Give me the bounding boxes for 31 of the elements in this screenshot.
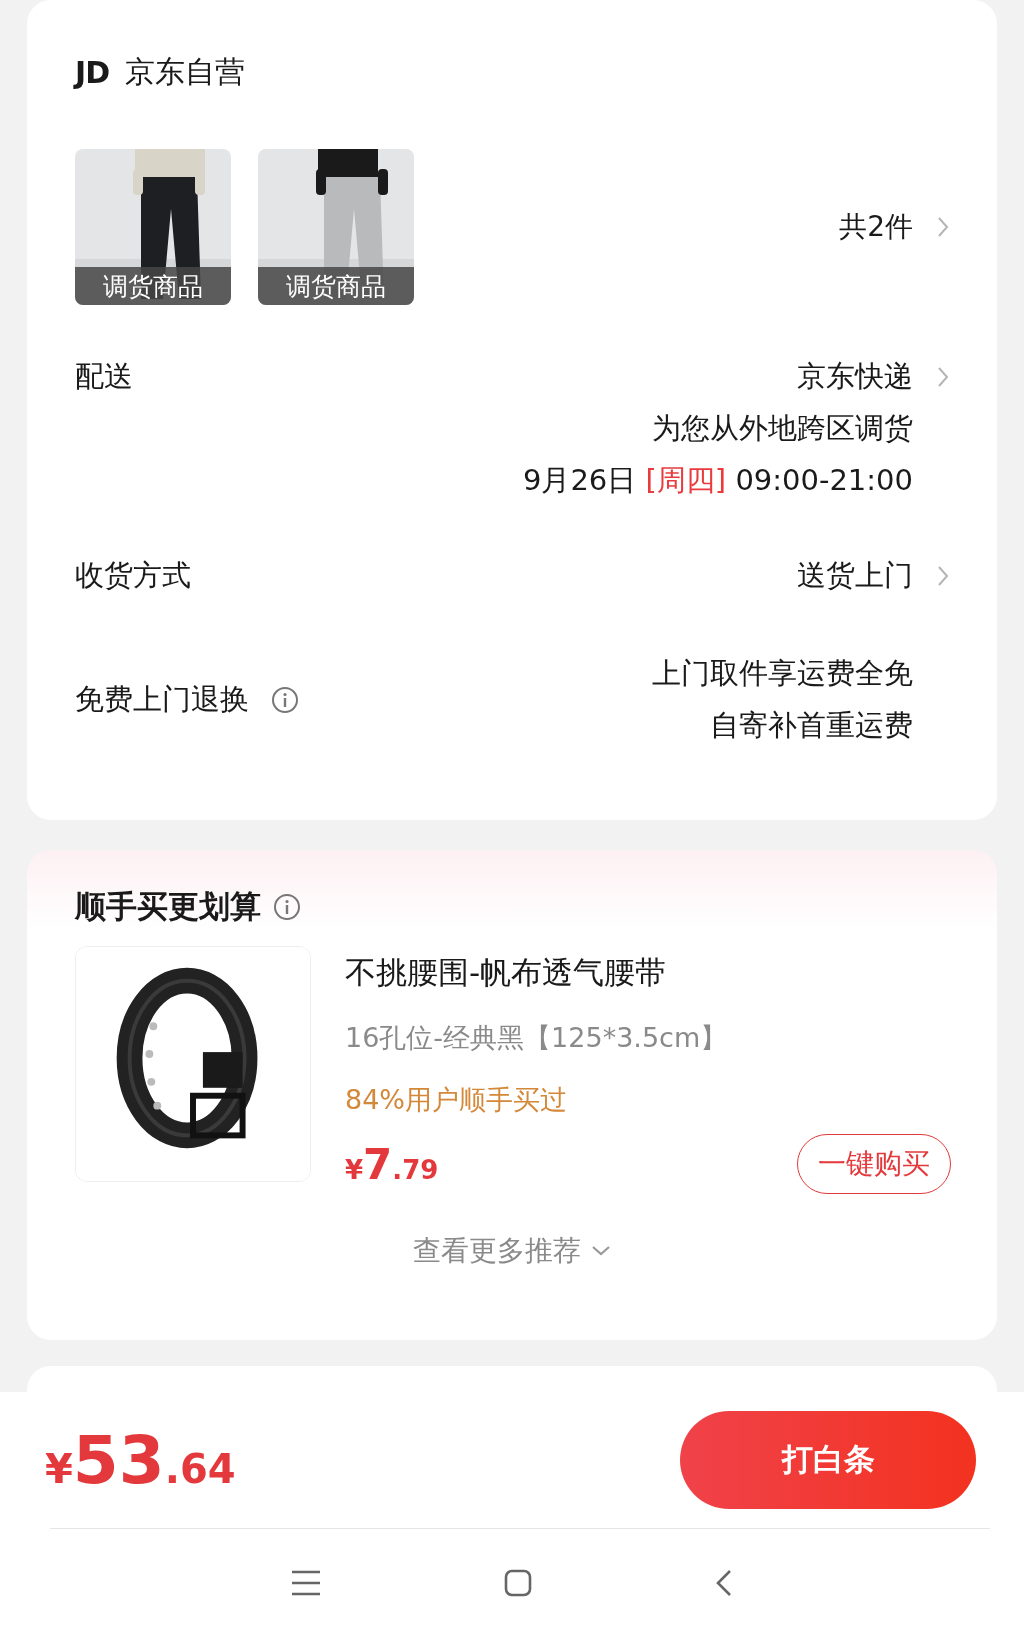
chevron-right-icon: [937, 216, 949, 238]
chevron-right-icon: [937, 366, 949, 388]
product-tag: 调货商品: [258, 267, 414, 305]
chevron-right-icon: [937, 565, 949, 587]
receive-value[interactable]: 送货上门: [797, 556, 913, 596]
product-name: 不挑腰围-帆布透气腰带: [345, 953, 668, 992]
store-logo: JD: [75, 55, 110, 90]
delivery-label: 配送: [75, 358, 133, 395]
carrier-text[interactable]: 京东快递: [797, 357, 913, 397]
delivery-note: 为您从外地跨区调货: [652, 410, 913, 447]
product-price: ¥7.79: [345, 1139, 439, 1189]
home-icon[interactable]: [504, 1569, 532, 1597]
back-icon[interactable]: [714, 1569, 733, 1597]
info-icon[interactable]: [271, 686, 299, 714]
buy-button[interactable]: 一键购买: [797, 1134, 951, 1194]
info-icon[interactable]: [273, 893, 301, 921]
total-price: ¥53.64: [45, 1421, 236, 1499]
receive-label: 收货方式: [75, 557, 191, 594]
purchase-stat: 84%用户顺手买过: [345, 1083, 568, 1117]
product-tag: 调货商品: [75, 267, 231, 305]
returns-label: 免费上门退换: [75, 681, 249, 718]
chevron-down-icon: [591, 1245, 611, 1257]
delivery-time: 9月26日 [周四] 09:00-21:00: [522, 462, 913, 499]
store-name: 京东自营: [125, 53, 246, 91]
returns-text: 上门取件享运费全免: [652, 655, 913, 692]
item-count[interactable]: 共2件: [839, 208, 913, 246]
addon-title: 顺手买更划算: [75, 887, 261, 926]
returns-text: 自寄补首重运费: [710, 707, 913, 744]
menu-icon[interactable]: [291, 1570, 322, 1596]
pay-button[interactable]: 打白条: [680, 1411, 976, 1509]
product-spec: 16孔位-经典黑【125*3.5cm】: [345, 1021, 729, 1055]
